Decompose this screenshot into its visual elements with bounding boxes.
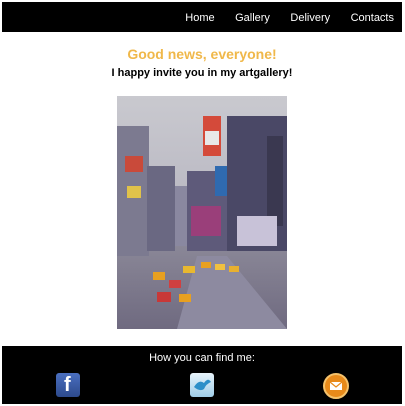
find-me-label: How you can find me: bbox=[149, 352, 255, 364]
footer: How you can find me: f bbox=[2, 346, 402, 404]
nav-gallery[interactable]: Gallery bbox=[235, 12, 270, 24]
city-painting bbox=[117, 96, 287, 329]
subline: I happy invite you in my artgallery! bbox=[111, 67, 293, 79]
nav-contacts[interactable]: Contacts bbox=[351, 12, 394, 24]
painting-image[interactable] bbox=[117, 96, 287, 329]
page: Home Gallery Delivery Contacts Good news… bbox=[2, 2, 402, 404]
mail-icon[interactable] bbox=[323, 373, 349, 399]
headline: Good news, everyone! bbox=[127, 46, 277, 62]
main-nav: Home Gallery Delivery Contacts bbox=[185, 8, 402, 26]
facebook-icon[interactable]: f bbox=[56, 373, 80, 397]
bird-icon[interactable] bbox=[190, 373, 214, 397]
nav-home[interactable]: Home bbox=[185, 12, 214, 24]
top-nav-bar: Home Gallery Delivery Contacts bbox=[2, 2, 402, 32]
nav-delivery[interactable]: Delivery bbox=[290, 12, 330, 24]
